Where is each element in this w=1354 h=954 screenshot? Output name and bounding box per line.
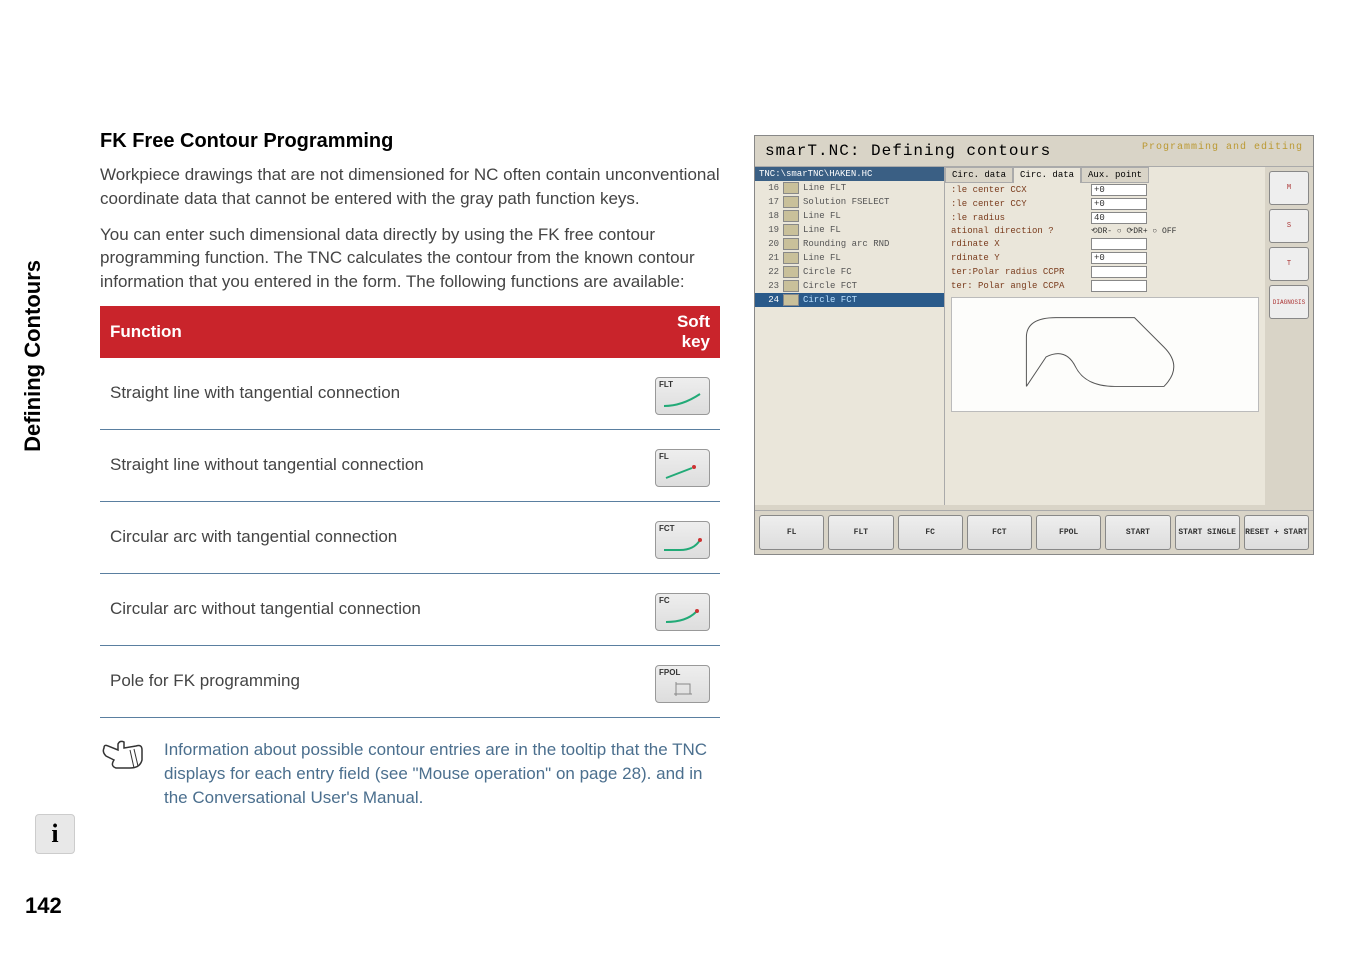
app-title-text: smarT.NC: Defining contours — [765, 142, 1051, 160]
info-glyph: i — [51, 819, 58, 849]
app-mode: Programming and editing — [1142, 142, 1303, 160]
program-tree: TNC:\smarTNC\HAKEN.HC 16Line FLT 17Solut… — [755, 167, 945, 505]
table-row: Circular arc without tangential connecti… — [100, 573, 720, 645]
fn-cell: Straight line with tangential connection — [100, 358, 640, 430]
table-row: Straight line with tangential connection… — [100, 358, 720, 430]
side-icon-column: M S T DIAGNOSIS — [1265, 167, 1313, 505]
sk-reset-start[interactable]: RESET + START — [1244, 515, 1309, 550]
softkey-flt[interactable]: FLT — [655, 377, 710, 415]
fn-cell: Pole for FK programming — [100, 645, 640, 717]
fn-cell: Straight line without tangential connect… — [100, 429, 640, 501]
file-path: TNC:\smarTNC\HAKEN.HC — [755, 167, 944, 181]
icon-t[interactable]: T — [1269, 247, 1309, 281]
paragraph-2: You can enter such dimensional data dire… — [100, 223, 720, 294]
list-item[interactable]: 22Circle FC — [755, 265, 944, 279]
function-table: Function Soft key Straight line with tan… — [100, 306, 720, 718]
list-item-selected[interactable]: 24Circle FCT — [755, 293, 944, 307]
form-tabs: Circ. data Circ. data Aux. point — [945, 167, 1265, 183]
app-window: smarT.NC: Defining contours Programming … — [754, 135, 1314, 555]
field-ccpr[interactable] — [1091, 266, 1147, 278]
icon-m[interactable]: M — [1269, 171, 1309, 205]
fn-cell: Circular arc with tangential connection — [100, 501, 640, 573]
sk-fpol[interactable]: FPOL — [1036, 515, 1101, 550]
page-number: 142 — [25, 893, 62, 919]
list-item[interactable]: 20Rounding arc RND — [755, 237, 944, 251]
paragraph-1: Workpiece drawings that are not dimensio… — [100, 163, 720, 211]
list-item[interactable]: 19Line FL — [755, 223, 944, 237]
softkey-fl[interactable]: FL — [655, 449, 710, 487]
section-heading: FK Free Contour Programming — [100, 130, 720, 153]
icon-s[interactable]: S — [1269, 209, 1309, 243]
th-softkey: Soft key — [640, 306, 720, 358]
fn-cell: Circular arc without tangential connecti… — [100, 573, 640, 645]
form-panel: Circ. data Circ. data Aux. point :le cen… — [945, 167, 1265, 505]
field-y[interactable]: +0 — [1091, 252, 1147, 264]
info-icon: i — [35, 814, 75, 854]
list-item[interactable]: 21Line FL — [755, 251, 944, 265]
list-item[interactable]: 17Solution FSELECT — [755, 195, 944, 209]
note-box: Information about possible contour entri… — [100, 738, 720, 809]
sk-start[interactable]: START — [1105, 515, 1170, 550]
softkey-fct[interactable]: FCT — [655, 521, 710, 559]
note-text: Information about possible contour entri… — [164, 738, 720, 809]
app-titlebar: smarT.NC: Defining contours Programming … — [755, 136, 1313, 167]
preview-canvas — [951, 297, 1259, 412]
softkey-fc[interactable]: FC — [655, 593, 710, 631]
table-row: Pole for FK programming FPOL — [100, 645, 720, 717]
list-item[interactable]: 16Line FLT — [755, 181, 944, 195]
field-ccpa[interactable] — [1091, 280, 1147, 292]
sk-start-single[interactable]: START SINGLE — [1175, 515, 1240, 550]
tab-aux-point[interactable]: Aux. point — [1081, 167, 1149, 183]
sk-fc[interactable]: FC — [898, 515, 963, 550]
tab-circ-data[interactable]: Circ. data — [945, 167, 1013, 183]
hand-pointing-icon — [100, 738, 146, 774]
softkeys-row: FL FLT FC FCT FPOL START START SINGLE RE… — [755, 510, 1313, 554]
icon-diagnosis[interactable]: DIAGNOSIS — [1269, 285, 1309, 319]
table-row: Straight line without tangential connect… — [100, 429, 720, 501]
sk-fl[interactable]: FL — [759, 515, 824, 550]
field-x[interactable] — [1091, 238, 1147, 250]
sk-fct[interactable]: FCT — [967, 515, 1032, 550]
list-item[interactable]: 23Circle FCT — [755, 279, 944, 293]
softkey-fpol[interactable]: FPOL — [655, 665, 710, 703]
main-content: FK Free Contour Programming Workpiece dr… — [100, 130, 720, 809]
sk-flt[interactable]: FLT — [828, 515, 893, 550]
field-radius[interactable]: 40 — [1091, 212, 1147, 224]
list-item[interactable]: 18Line FL — [755, 209, 944, 223]
field-ccx[interactable]: +0 — [1091, 184, 1147, 196]
table-row: Circular arc with tangential connection … — [100, 501, 720, 573]
th-function: Function — [100, 306, 640, 358]
sidebar-tab: Defining Contours — [20, 260, 46, 452]
tab-circ-data-2[interactable]: Circ. data — [1013, 167, 1081, 183]
field-ccy[interactable]: +0 — [1091, 198, 1147, 210]
